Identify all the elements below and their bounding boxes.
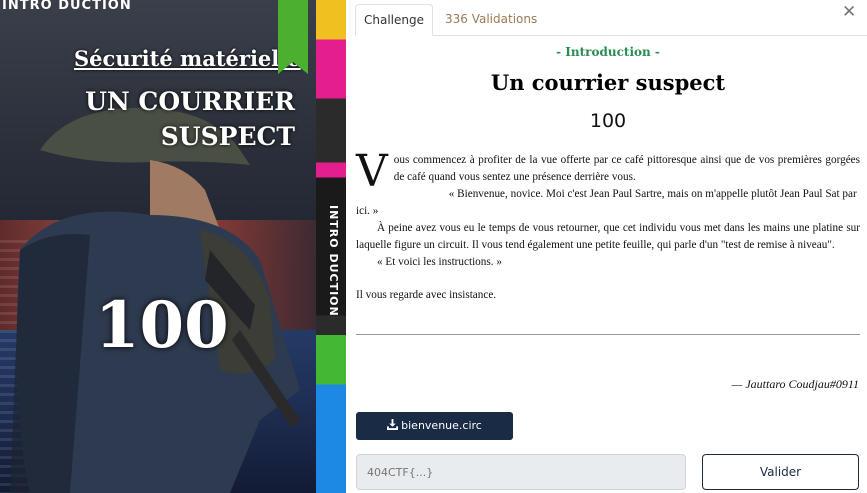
challenge-tabs: Challenge 336 Validations xyxy=(355,0,867,36)
tabs-divider xyxy=(433,35,867,36)
drop-cap: V xyxy=(356,146,388,197)
challenge-description: Vous commencez à profiter de la vue offe… xyxy=(356,146,860,304)
card-category: Sécurité matérielle xyxy=(74,46,301,71)
card-title-line1: UN COURRIER xyxy=(85,87,295,116)
flag-input[interactable] xyxy=(356,454,686,490)
download-file-button[interactable]: bienvenue.circ xyxy=(356,412,513,440)
card-title-line2: SUSPECT xyxy=(160,122,295,151)
description-paragraph: « Et voici les instructions. » xyxy=(377,256,502,268)
tab-challenge[interactable]: Challenge xyxy=(355,4,433,36)
card-banner: INTRO DUCTION xyxy=(2,0,132,13)
tab-validations[interactable]: 336 Validations xyxy=(445,4,537,36)
description-divider xyxy=(356,334,860,335)
description-paragraph: « Bienvenue, novice. Moi c'est Jean Paul… xyxy=(356,188,857,217)
description-paragraph: À peine avez vous eu le temps de vous re… xyxy=(356,222,860,251)
download-icon xyxy=(387,419,399,430)
download-file-label: bienvenue.circ xyxy=(401,419,482,432)
soldier-illustration xyxy=(10,107,301,493)
description-paragraph: Vous commencez à profiter de la vue offe… xyxy=(356,146,860,197)
challenge-title: Un courrier suspect xyxy=(490,70,726,95)
card-points: 100 xyxy=(95,288,229,363)
description-paragraph: Il vous regarde avec insistance. xyxy=(356,289,497,301)
card-title: UN COURRIER SUSPECT xyxy=(55,84,295,154)
solved-ribbon xyxy=(278,0,308,74)
challenge-card-image: INTRO DUCTION Sécurité matérielle UN COU… xyxy=(0,0,325,493)
challenge-points: 100 xyxy=(589,110,627,132)
submit-flag-button[interactable]: Valider xyxy=(702,454,859,490)
close-icon[interactable]: ✕ xyxy=(842,2,856,22)
challenge-author: — Jauttaro Coudjau#0911 xyxy=(731,377,859,391)
card-spine-label: INTRO DUCTION xyxy=(327,205,340,317)
challenge-category: - Introduction - xyxy=(556,45,660,59)
